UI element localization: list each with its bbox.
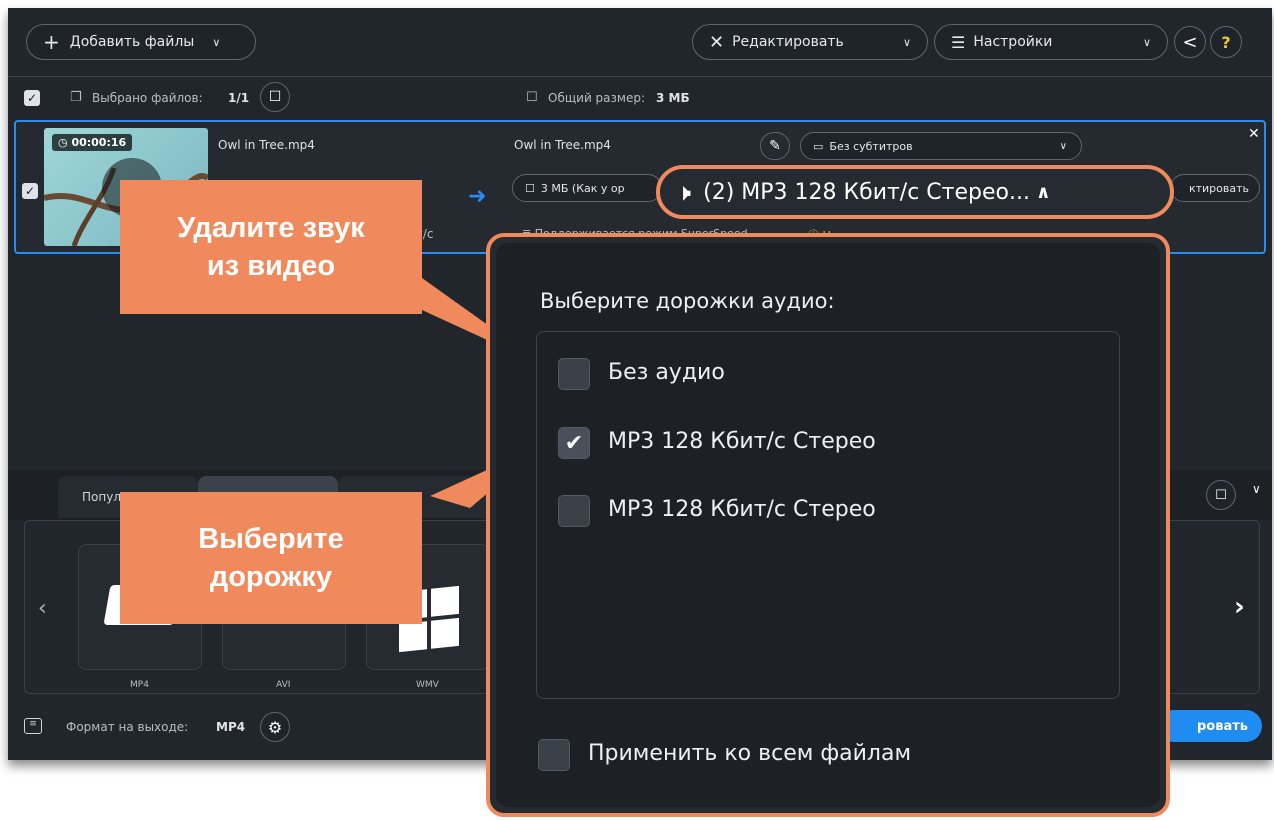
apply-all-checkbox[interactable] [538, 739, 570, 771]
apply-all-label: Применить ко всем файлам [588, 741, 912, 766]
audio-popup-title: Выберите дорожки аудио: [540, 289, 835, 313]
audio-tracks-popup: Выберите дорожки аудио: Без аудио ✔ MP3 … [486, 233, 1170, 817]
audio-option-checkbox-none[interactable] [558, 358, 590, 390]
callout-choose-track-line2: дорожку [209, 561, 333, 593]
callout-choose-track: Выберите дорожку [120, 492, 422, 624]
audio-option-label: MP3 128 Кбит/с Стерео [608, 429, 876, 454]
audio-option-checkbox-2[interactable] [558, 495, 590, 527]
audio-option-label: Без аудио [608, 360, 725, 385]
callout-choose-track-line1: Выберите [198, 523, 344, 555]
audio-option-checkbox-1[interactable]: ✔ [558, 427, 590, 459]
audio-option-label: MP3 128 Кбит/с Стерео [608, 497, 876, 522]
audio-tracks-popup-body: Выберите дорожки аудио: Без аудио ✔ MP3 … [496, 243, 1160, 807]
